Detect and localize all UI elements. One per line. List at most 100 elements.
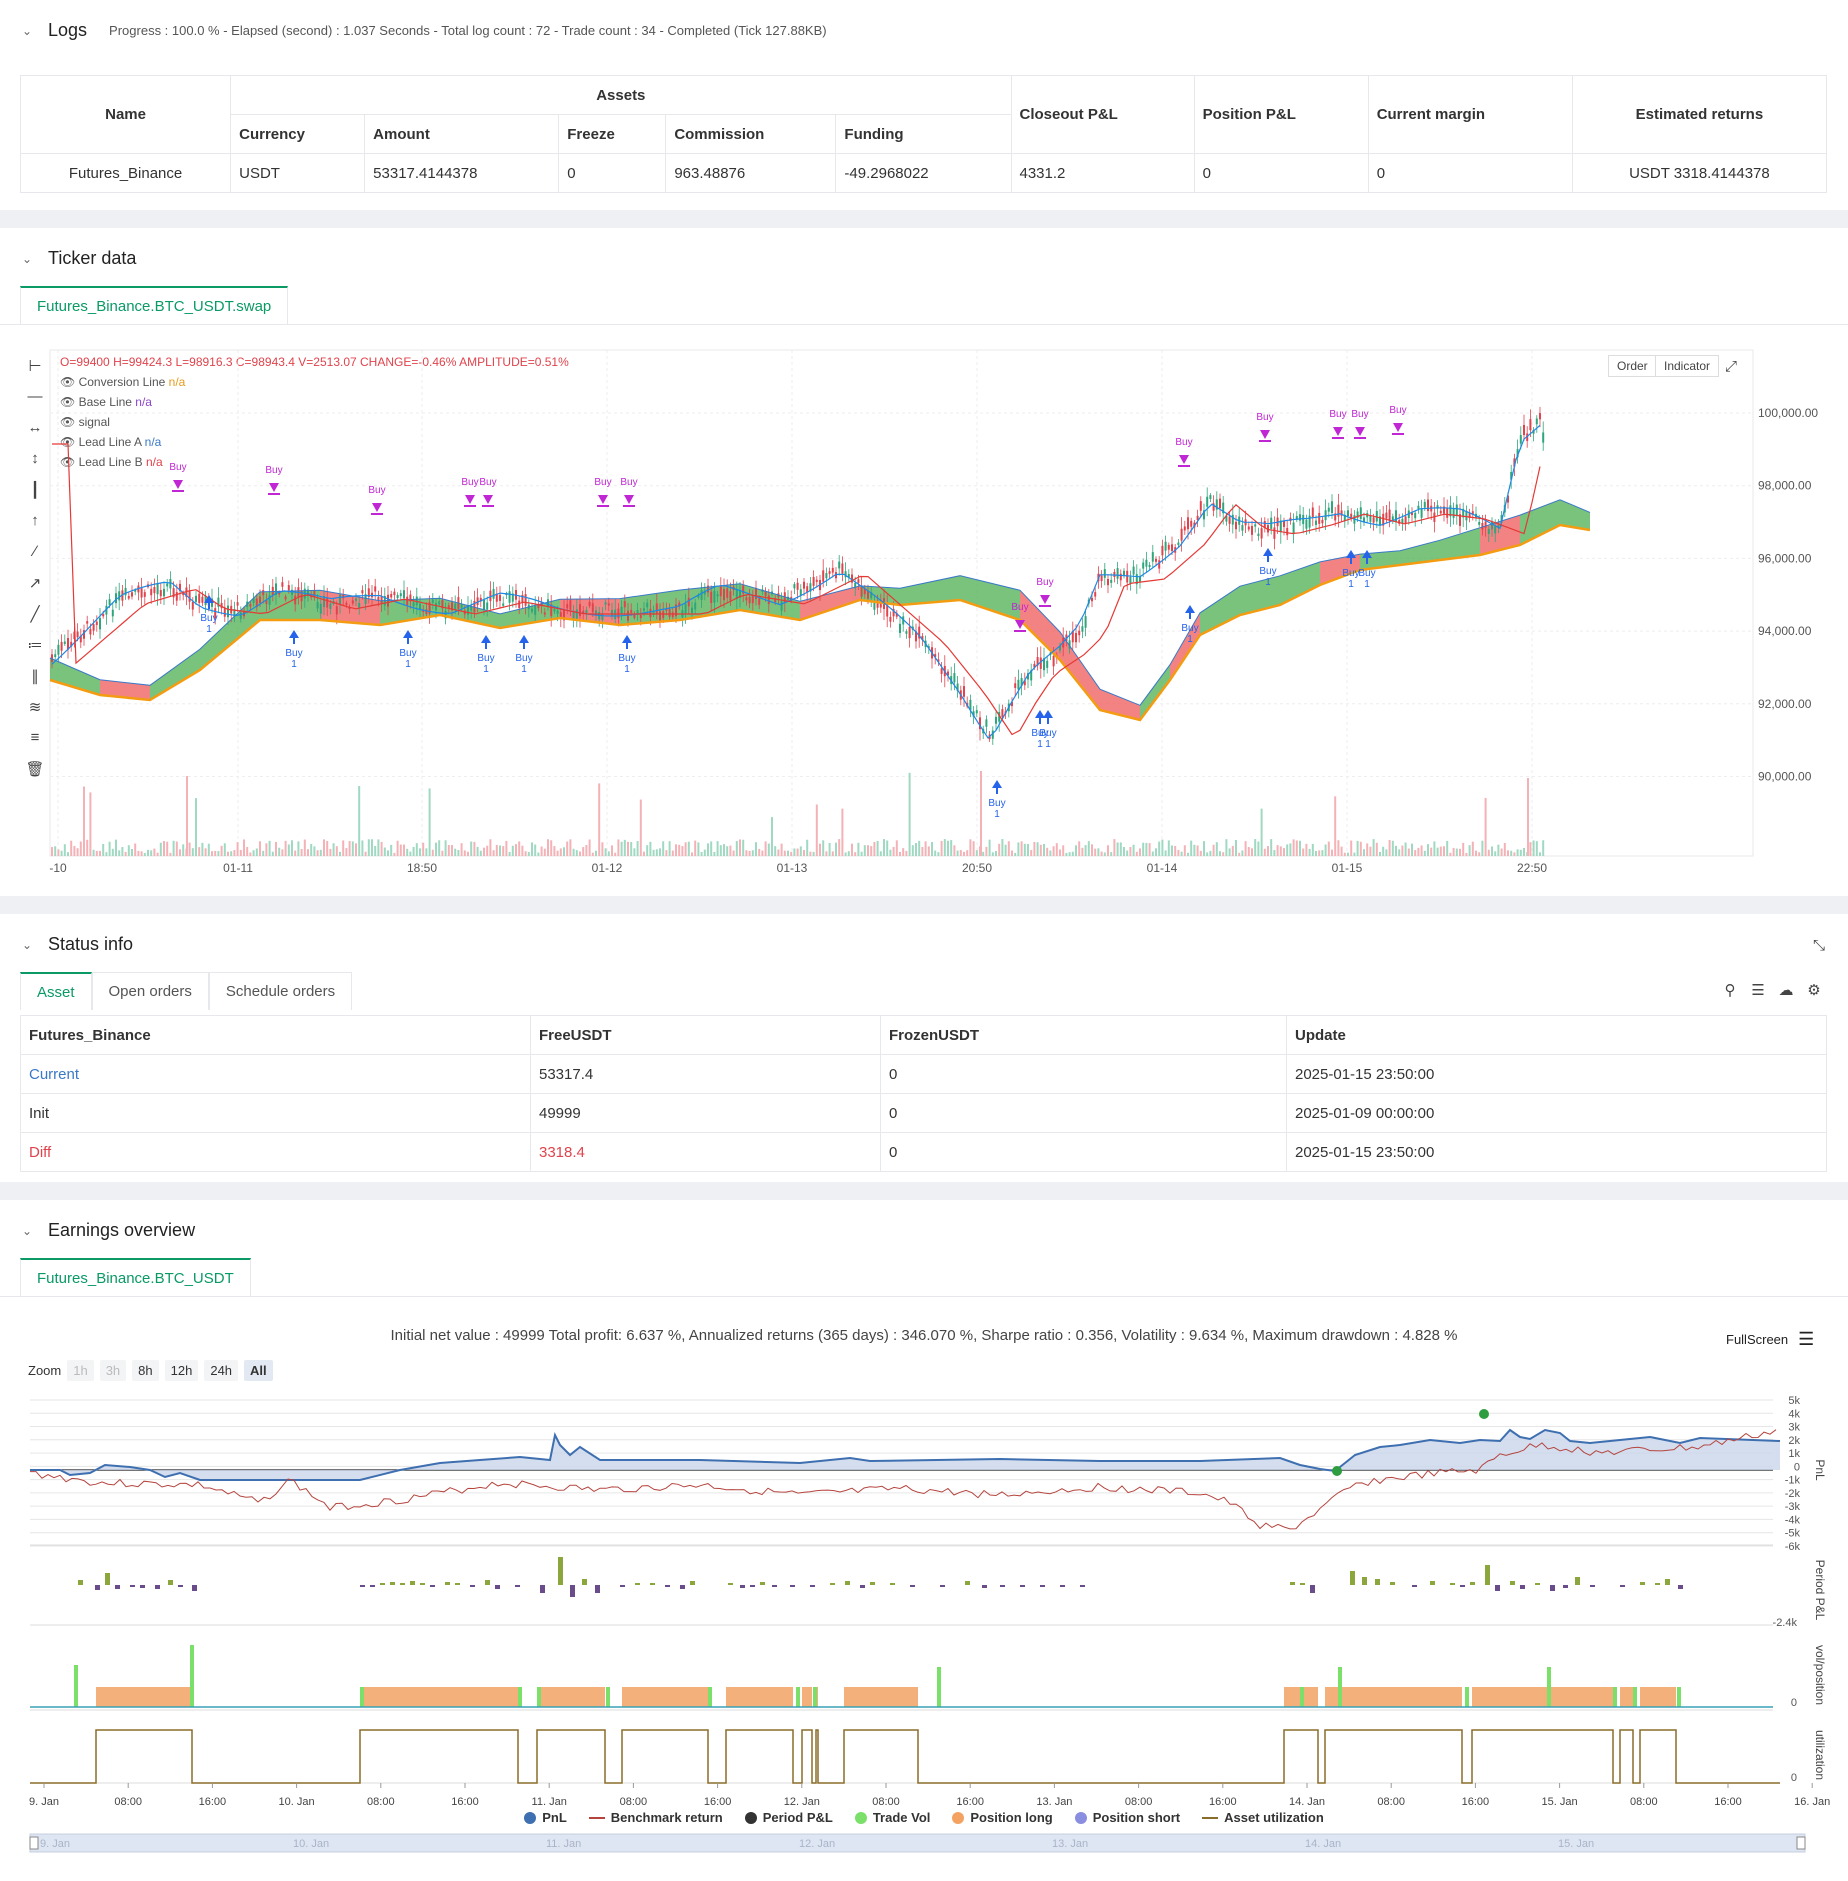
earnings-chart[interactable]: 5k4k3k2k1k0-1k-2k-3k-4k-5k-6kPnLPeriod P…	[0, 1385, 1848, 1855]
pnl-tick-label: -5k	[1785, 1528, 1801, 1540]
candle-body	[345, 602, 348, 605]
volume-bar	[911, 845, 914, 856]
cell-row-name[interactable]: Current	[20, 1054, 531, 1094]
period-bar	[140, 1585, 145, 1588]
legend-item-util[interactable]: Asset utilization	[1202, 1810, 1324, 1825]
volume-bar	[940, 840, 943, 856]
logs-header[interactable]: ⌄ Logs Progress : 100.0 % - Elapsed (sec…	[20, 20, 827, 41]
navigator-label: 11. Jan	[546, 1838, 581, 1850]
status-header[interactable]: ⌄ Status info	[20, 934, 133, 955]
time-navigator[interactable]: 9. Jan 10. Jan 11. Jan 12. Jan 13. Jan 14. Ja…	[0, 1832, 1848, 1854]
ticker-header[interactable]: ⌄ Ticker data	[20, 248, 136, 269]
fullscreen-button[interactable]: FullScreen ☰	[1726, 1329, 1814, 1350]
position-long-bar	[537, 1687, 605, 1707]
candle-body	[1209, 495, 1212, 499]
candle-body	[1478, 521, 1481, 525]
candle-body	[569, 600, 572, 610]
volume-bar	[591, 852, 594, 856]
buy-marker-count: 1	[1348, 579, 1354, 590]
list-icon[interactable]: ☰	[1747, 979, 1769, 1001]
candle-body	[1017, 679, 1020, 690]
collapse-icon[interactable]: ⤡	[1808, 934, 1830, 956]
tab-asset[interactable]: Asset	[20, 972, 92, 1010]
period-bar	[495, 1585, 500, 1589]
volume-bar	[1148, 843, 1151, 856]
candle-body	[1254, 524, 1257, 527]
candle-body	[92, 624, 95, 631]
search-icon[interactable]: ⚲	[1719, 979, 1741, 1001]
volume-bar	[639, 799, 642, 856]
volume-bar	[572, 848, 575, 856]
candle-body	[687, 597, 690, 607]
legend-item-period[interactable]: Period P&L	[744, 1810, 833, 1825]
candle-body	[374, 586, 377, 592]
legend-label: Position short	[1092, 1810, 1181, 1825]
chevron-down-icon[interactable]: ⌄	[20, 1224, 34, 1238]
gear-icon[interactable]: ⚙	[1803, 979, 1825, 1001]
volume-bar	[518, 841, 521, 856]
zoom-8h[interactable]: 8h	[132, 1360, 159, 1381]
earnings-header[interactable]: ⌄ Earnings overview	[20, 1220, 195, 1241]
volume-bar	[1190, 840, 1193, 856]
divider	[0, 1296, 1848, 1297]
period-bar	[1450, 1583, 1455, 1585]
candle-body	[524, 594, 527, 606]
candle-body	[1423, 501, 1426, 508]
legend-item-tradevol[interactable]: Trade Vol	[854, 1810, 930, 1825]
volume-bar	[204, 848, 207, 856]
legend-item-benchmark[interactable]: Benchmark return	[588, 1810, 723, 1825]
volume-bar	[1212, 844, 1215, 856]
x-tick-label: 16:00	[956, 1796, 984, 1808]
period-bar	[690, 1581, 695, 1585]
zoom-24h[interactable]: 24h	[204, 1360, 239, 1381]
volume-bar	[265, 843, 268, 856]
zoom-all[interactable]: All	[244, 1360, 273, 1381]
volume-bar	[89, 792, 92, 856]
menu-icon[interactable]: ☰	[1798, 1329, 1814, 1350]
volume-bar	[1523, 848, 1525, 856]
chevron-down-icon[interactable]: ⌄	[20, 24, 34, 38]
chevron-down-icon[interactable]: ⌄	[20, 938, 34, 952]
candle-body	[588, 601, 591, 607]
pnl-area	[30, 1430, 1780, 1480]
volume-bar	[1116, 842, 1119, 856]
volume-bar	[246, 846, 249, 856]
candle-body	[143, 592, 146, 597]
tab-ticker-symbol[interactable]: Futures_Binance.BTC_USDT.swap	[20, 286, 289, 324]
tab-open-orders[interactable]: Open orders	[91, 972, 209, 1010]
volume-bar	[975, 850, 978, 856]
zoom-12h[interactable]: 12h	[164, 1360, 199, 1381]
candle-body	[239, 612, 242, 619]
zoom-3h[interactable]: 3h	[99, 1360, 127, 1381]
candle-body	[393, 591, 396, 596]
volume-bar	[934, 850, 937, 856]
volume-bar	[492, 850, 495, 856]
candle-body	[361, 590, 364, 594]
tab-earnings-symbol[interactable]: Futures_Binance.BTC_USDT	[20, 1258, 251, 1296]
volume-bar	[367, 839, 370, 856]
price-chart[interactable]: Buy BuyBuyBuy Buy Buy BuyBuyBuyBuyBuy Buy Buy B…	[0, 340, 1848, 940]
legend-item-pnl[interactable]: PnL	[524, 1810, 567, 1825]
legend-item-short[interactable]: Position short	[1074, 1810, 1181, 1825]
volume-bar	[854, 852, 857, 856]
candle-body	[1260, 528, 1263, 539]
candle-body	[726, 588, 729, 598]
volume-bar	[1059, 849, 1061, 856]
x-tick-label: 08:00	[620, 1796, 648, 1808]
cloud-icon[interactable]: ☁	[1775, 979, 1797, 1001]
volume-bar	[508, 852, 511, 856]
zoom-1h[interactable]: 1h	[67, 1360, 94, 1381]
legend-label: Position long	[970, 1810, 1053, 1825]
volume-bar	[483, 847, 485, 856]
benchmark-swatch	[588, 1816, 605, 1819]
tab-schedule-orders[interactable]: Schedule orders	[208, 972, 353, 1010]
period-bar	[115, 1585, 120, 1589]
period-bar	[400, 1583, 405, 1585]
chevron-down-icon[interactable]: ⌄	[20, 252, 34, 266]
legend-item-long[interactable]: Position long	[952, 1810, 1053, 1825]
volume-bar	[870, 846, 873, 856]
period-bar	[105, 1573, 110, 1585]
volume-bar	[745, 850, 748, 856]
volume-bar	[380, 841, 383, 856]
candle-body	[1519, 435, 1522, 444]
